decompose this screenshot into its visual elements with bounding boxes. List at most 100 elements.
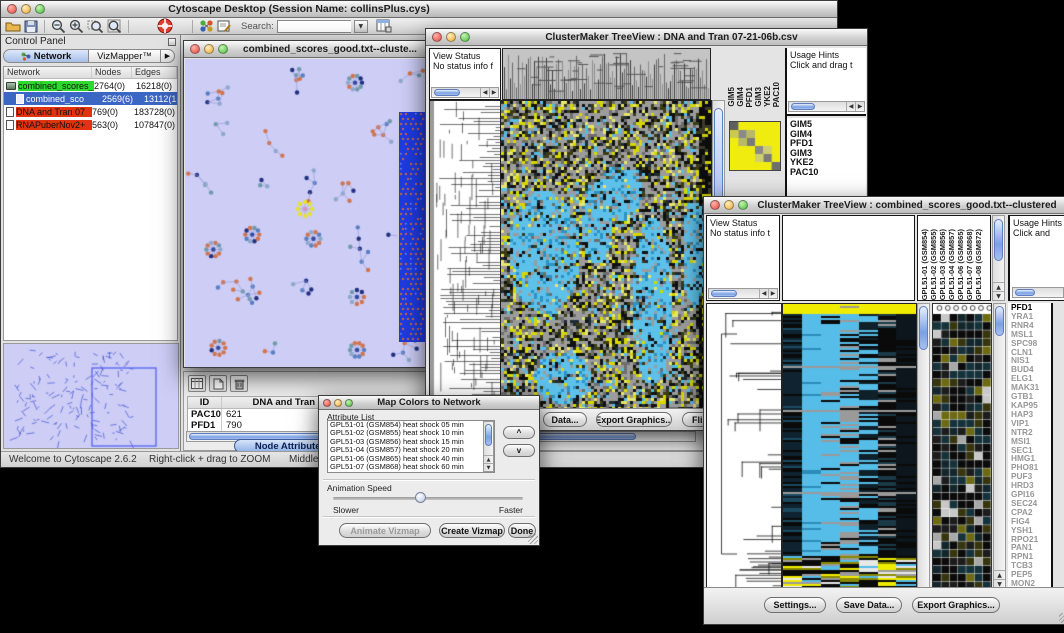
minimize-button[interactable]	[724, 200, 734, 210]
treeview1-heatmap[interactable]	[500, 100, 712, 411]
zoom-out-icon[interactable]	[51, 19, 66, 34]
treeview2-cluster-zoom-heatmap[interactable]	[932, 303, 992, 591]
tab-network[interactable]: Network	[3, 49, 89, 63]
create-vizmap-button[interactable]: Create Vizmap	[439, 523, 505, 538]
new-attribute-icon[interactable]	[209, 375, 227, 392]
scrollbar-thumb[interactable]	[1015, 289, 1035, 296]
scroll-down-icon[interactable]: ▼	[484, 463, 493, 471]
treeview1-row-dendrogram[interactable]	[429, 100, 501, 411]
dialog-titlebar[interactable]: Map Colors to Network	[319, 396, 539, 410]
column-labels-scrollbar[interactable]: ▲▼	[992, 215, 1005, 301]
vizmapper-shortcut-icon[interactable]	[199, 19, 214, 34]
close-button[interactable]	[710, 200, 720, 210]
float-panel-icon[interactable]	[168, 38, 176, 46]
scrollbar-thumb[interactable]	[434, 89, 460, 96]
network-overview-thumbnail[interactable]	[4, 344, 178, 448]
col-header-edges[interactable]: Edges	[132, 67, 177, 78]
save-session-icon[interactable]	[24, 19, 38, 34]
column-label[interactable]: GIM3	[754, 87, 763, 107]
column-label[interactable]: GPL51-02 (GSM855)	[929, 229, 938, 300]
zoom-fit-icon[interactable]	[107, 19, 122, 34]
column-label[interactable]: GPL51-03 (GSM856)	[938, 229, 947, 300]
minimize-button[interactable]	[334, 399, 342, 407]
column-label[interactable]: GPL51-06 (GSM865)	[956, 229, 965, 300]
move-attribute-up-button[interactable]: ^	[503, 426, 535, 439]
network-table-row[interactable]: combined_scores_ 2764(0) 16218(0)	[4, 79, 177, 92]
move-attribute-down-button[interactable]: v	[503, 444, 535, 457]
scrollbar-thumb[interactable]	[994, 219, 1003, 261]
column-label[interactable]: GIM5	[727, 87, 736, 107]
minimize-button[interactable]	[21, 4, 31, 14]
treeview2-titlebar[interactable]: ClusterMaker TreeView : combined_scores_…	[704, 197, 1064, 214]
attribute-browser-icon[interactable]	[376, 19, 392, 34]
col-header-nodes[interactable]: Nodes	[92, 67, 132, 78]
gene-list-scrollbar[interactable]: ▲▼	[993, 303, 1006, 589]
scroll-right-icon[interactable]: ▶	[855, 102, 864, 111]
network-table-row[interactable]: DNA and Tran 07 769(0) 183728(0)	[4, 105, 177, 118]
close-button[interactable]	[323, 399, 331, 407]
column-label[interactable]: PAC10	[772, 82, 781, 107]
scrollbar-thumb[interactable]	[995, 306, 1004, 336]
column-label[interactable]: YKE2	[763, 86, 772, 107]
save-data-button[interactable]: Data...	[543, 412, 587, 427]
help-lifebuoy-icon[interactable]	[157, 19, 173, 34]
scrollbar-thumb[interactable]	[791, 103, 815, 110]
close-button[interactable]	[432, 32, 442, 42]
scroll-right-icon[interactable]: ▶	[489, 88, 498, 97]
search-dropdown-button[interactable]: ▼	[354, 20, 368, 33]
resize-grip[interactable]	[528, 534, 538, 544]
export-graphics-button[interactable]: Export Graphics...	[912, 597, 1000, 613]
scroll-left-icon[interactable]: ◀	[759, 289, 768, 298]
column-label[interactable]: GIM4	[736, 87, 745, 107]
zoom-in-icon[interactable]	[69, 19, 84, 34]
network-view-titlebar[interactable]: combined_scores_good.txt--cluste...	[184, 41, 436, 58]
column-label[interactable]: GPL51-07 (GSM868)	[965, 229, 974, 300]
network-table-row[interactable]: RNAPuberNov2+ 563(0) 107847(0)	[4, 118, 177, 131]
network-table-row[interactable]: combined_sco 2569(6) 13112(15)	[4, 92, 177, 105]
scrollbar-thumb[interactable]	[919, 306, 928, 350]
tab-vizmapper[interactable]: VizMapper™	[89, 49, 161, 63]
treeview2-row-dendrogram[interactable]	[706, 303, 782, 591]
scroll-right-icon[interactable]: ▶	[768, 289, 777, 298]
treeview2-column-dendrogram-area[interactable]	[782, 215, 915, 301]
scrollbar-thumb[interactable]	[711, 290, 737, 297]
close-button[interactable]	[7, 4, 17, 14]
zoom-selected-region-icon[interactable]	[87, 19, 104, 34]
col-header-network[interactable]: Network	[4, 67, 92, 78]
column-label[interactable]: GPL51-08 (GSM872)	[974, 229, 983, 300]
attribute-list-scrollbar[interactable]: ▲▼	[483, 421, 494, 472]
animate-vizmap-button[interactable]: Animate Vizmap	[339, 523, 431, 538]
treeview1-column-dendrogram[interactable]	[502, 48, 711, 100]
attribute-list[interactable]: GPL51-01 (GSM854) heat shock 05 minGPL51…	[327, 420, 495, 473]
treeview2-heatmap-scrollbar[interactable]	[917, 303, 930, 589]
open-session-icon[interactable]	[5, 19, 21, 34]
usage-hints-scrollbar[interactable]	[1012, 287, 1064, 298]
animation-speed-slider[interactable]	[333, 497, 523, 500]
treeview1-correlation-matrix[interactable]	[729, 121, 781, 171]
select-attributes-icon[interactable]	[188, 375, 206, 392]
zoom-button[interactable]	[35, 4, 45, 14]
attribute-list-item[interactable]: GPL51-07 (GSM868) heat shock 60 min	[328, 463, 494, 471]
zoom-button[interactable]	[345, 399, 353, 407]
slider-thumb[interactable]	[415, 492, 426, 503]
column-label[interactable]: GPL51-04 (GSM857)	[947, 229, 956, 300]
column-label[interactable]: GPL51-01 (GSM854)	[920, 229, 929, 300]
scroll-up-icon[interactable]: ▲	[993, 282, 1004, 291]
scroll-down-icon[interactable]: ▼	[993, 291, 1004, 300]
export-graphics-button[interactable]: Export Graphics...	[596, 412, 672, 427]
annotation-icon[interactable]	[217, 19, 232, 34]
scroll-left-icon[interactable]: ◀	[846, 102, 855, 111]
attr-col-id[interactable]: ID	[188, 397, 222, 408]
scroll-up-icon[interactable]: ▲	[994, 570, 1005, 579]
main-titlebar[interactable]: Cytoscape Desktop (Session Name: collins…	[1, 1, 837, 18]
treeview1-titlebar[interactable]: ClusterMaker TreeView : DNA and Tran 07-…	[426, 29, 867, 46]
minimize-button[interactable]	[446, 32, 456, 42]
delete-attribute-icon[interactable]	[230, 375, 248, 392]
search-input[interactable]	[277, 20, 351, 33]
view-status-scrollbar[interactable]: ◀▶	[708, 288, 778, 299]
column-label[interactable]: PFD1	[745, 87, 754, 107]
close-button[interactable]	[190, 44, 200, 54]
zoom-button[interactable]	[460, 32, 470, 42]
resize-grip[interactable]	[1059, 613, 1064, 623]
minimize-button[interactable]	[204, 44, 214, 54]
